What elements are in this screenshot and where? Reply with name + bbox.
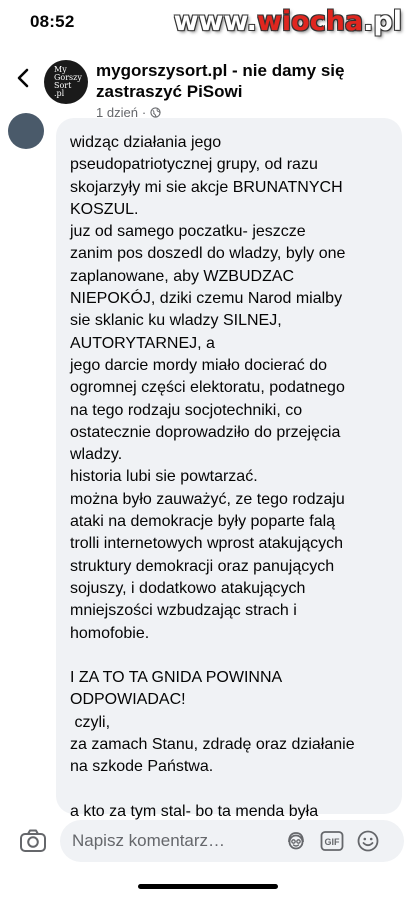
avatar-sticker-icon[interactable] [284, 829, 308, 853]
comment-text: widząc działania jego pseudopatriotyczne… [70, 134, 355, 842]
page-title[interactable]: mygorszysort.pl - nie damy się zastraszy… [96, 60, 396, 102]
globe-icon [150, 107, 161, 118]
post-header: My Gorszy Sort .pl mygorszysort.pl - nie… [0, 52, 416, 122]
gif-frame: GIF [320, 831, 344, 851]
page-logo[interactable]: My Gorszy Sort .pl [44, 60, 88, 104]
emoji-icon[interactable] [356, 829, 380, 853]
comment-input[interactable]: Napisz komentarz… GIF [60, 820, 404, 862]
comment-bubble: widząc działania jego pseudopatriotyczne… [56, 118, 402, 842]
gif-icon[interactable]: GIF [320, 829, 344, 853]
comment-placeholder: Napisz komentarz… [72, 831, 226, 850]
status-time: 08:52 [30, 12, 75, 31]
chevron-left-icon[interactable] [12, 66, 36, 90]
watermark-prefix: www. [173, 6, 257, 37]
watermark-suffix: .pl [363, 6, 402, 37]
home-indicator [138, 884, 278, 889]
gif-label: GIF [325, 837, 341, 847]
logo-line-4: .pl [54, 89, 65, 98]
status-bar: 08:52 www.wiocha.pl [0, 0, 416, 44]
watermark: www.wiocha.pl [174, 6, 402, 37]
camera-icon[interactable] [18, 826, 48, 856]
comment-composer: Napisz komentarz… GIF [0, 818, 416, 868]
watermark-accent: wiocha [256, 6, 364, 37]
commenter-avatar[interactable] [8, 113, 44, 149]
